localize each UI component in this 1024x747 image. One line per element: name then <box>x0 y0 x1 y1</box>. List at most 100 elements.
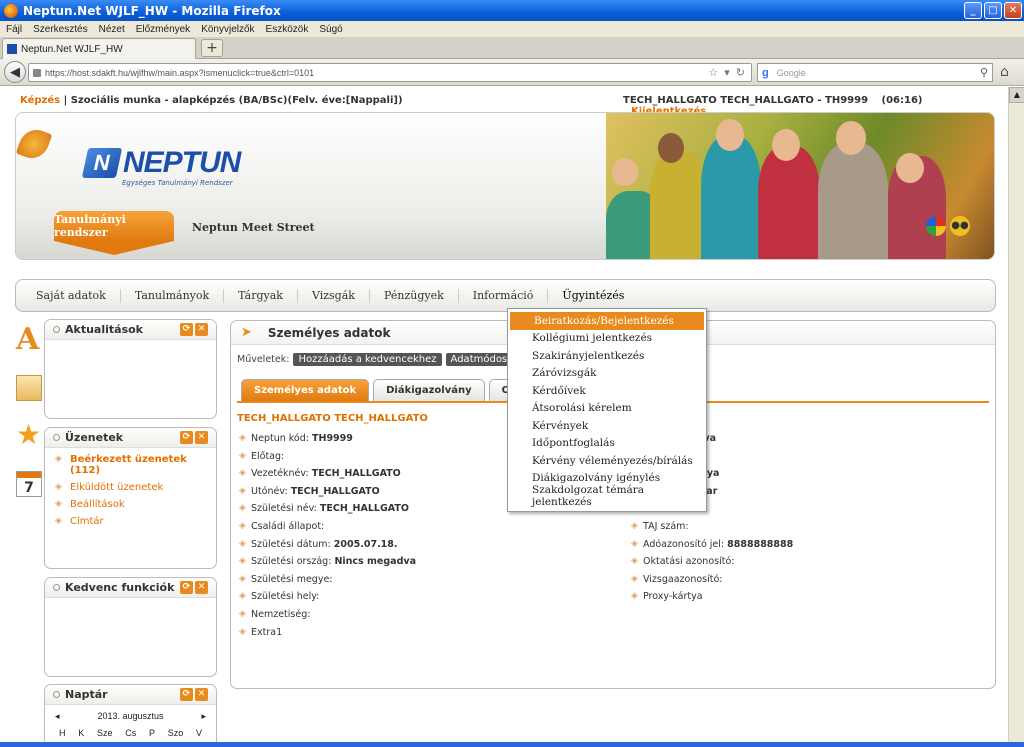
calendar-title: Naptár <box>65 688 108 701</box>
modify-data-button[interactable]: Adatmódos <box>445 353 513 366</box>
menu-history[interactable]: Előzmények <box>136 24 190 35</box>
field-label: Előtag: <box>251 450 285 462</box>
menu-exams[interactable]: Vizsgák <box>298 288 370 303</box>
envelope-icon[interactable] <box>16 375 42 401</box>
field-label: Vizsgaazonosító: <box>643 573 723 585</box>
tab-personal-data[interactable]: Személyes adatok <box>241 379 370 401</box>
field-row: Oktatási azonosító: <box>631 556 793 574</box>
browser-tab[interactable]: Neptun.Net WJLF_HW <box>2 38 196 59</box>
accessibility-icon[interactable]: ●● <box>950 216 970 236</box>
close-button[interactable]: ✕ <box>1004 2 1022 19</box>
field-label: Extra1 <box>251 626 283 638</box>
close-icon[interactable]: ✕ <box>195 581 208 594</box>
menu-help[interactable]: Súgó <box>319 24 342 35</box>
dropdown-item-transfer-request[interactable]: Átsorolási kérelem <box>508 400 706 418</box>
news-a-icon[interactable]: A <box>16 325 42 355</box>
scroll-up-icon[interactable]: ▲ <box>1009 87 1024 103</box>
dropdown-item-dormitory[interactable]: Kollégiumi jelentkezés <box>508 330 706 348</box>
weekday: Szo <box>167 728 184 738</box>
field-label: Születési hely: <box>251 591 320 603</box>
menu-studies[interactable]: Tanulmányok <box>121 288 225 303</box>
right-fields: TAJ szám: Adóazonosító jel: 8888888888 O… <box>631 521 793 609</box>
close-icon[interactable]: ✕ <box>195 688 208 701</box>
calendar-icon[interactable]: 7 <box>16 471 42 497</box>
study-system-button[interactable]: Tanulmányi rendszer <box>54 211 174 241</box>
directory-link[interactable]: Címtár <box>45 516 216 527</box>
neptun-logo: N NEPTUN Egységes Tanulmányi Rendszer <box>81 146 241 187</box>
home-icon[interactable]: ⌂ <box>1000 64 1009 80</box>
settings-link[interactable]: Beállítások <box>45 499 216 510</box>
tab-student-id[interactable]: Diákigazolvány <box>373 379 485 401</box>
left-fields: Neptun kód: TH9999 Előtag: Vezetéknév: T… <box>239 433 416 644</box>
field-row: Extra1 <box>239 627 416 645</box>
color-wheel-icon[interactable] <box>926 216 946 236</box>
dropdown-item-appointments[interactable]: Időpontfoglalás <box>508 435 706 453</box>
field-label: Születési ország: <box>251 556 332 568</box>
bookmark-star-icon[interactable]: ☆ <box>708 66 718 79</box>
menu-view[interactable]: Nézet <box>99 24 125 35</box>
refresh-icon[interactable]: ⟳ <box>180 688 193 701</box>
study-system-arrow <box>54 241 174 255</box>
field-row: Nemzetiség: <box>239 609 416 627</box>
search-icon[interactable]: ⚲ <box>980 66 988 79</box>
training-label[interactable]: Képzés <box>20 95 60 106</box>
field-row: Utónév: TECH_HALLGATO <box>239 486 416 504</box>
prev-month-button[interactable]: ◂ <box>55 711 60 722</box>
calendar-month: 2013. augusztus <box>97 711 164 721</box>
field-value: TH9999 <box>312 433 353 444</box>
field-row: Születési név: TECH_HALLGATO <box>239 503 416 521</box>
menu-subjects[interactable]: Tárgyak <box>224 288 298 303</box>
dropdown-item-specialization[interactable]: Szakirányjelentkezés <box>508 347 706 365</box>
address-bar[interactable]: https://host.sdakft.hu/wjlfhw/main.aspx?… <box>28 63 752 82</box>
operations-bar: Műveletek: Hozzáadás a kedvencekhez Adat… <box>237 353 513 366</box>
dropdown-arrow-icon[interactable]: ▾ <box>724 66 730 79</box>
refresh-icon[interactable]: ⟳ <box>180 323 193 336</box>
back-button[interactable]: ◀ <box>4 61 26 83</box>
maximize-button[interactable]: □ <box>984 2 1002 19</box>
field-label: Utónév: <box>251 485 288 497</box>
reload-icon[interactable]: ↻ <box>736 66 745 79</box>
dropdown-item-request-review[interactable]: Kérvény véleményezés/bírálás <box>508 452 706 470</box>
dropdown-item-thesis-topic[interactable]: Szakdolgozat témára jelentkezés <box>508 484 706 508</box>
meet-street-link[interactable]: Neptun Meet Street <box>192 221 315 234</box>
menu-edit[interactable]: Szerkesztés <box>33 24 87 35</box>
header-banner: N NEPTUN Egységes Tanulmányi Rendszer ●●… <box>15 112 995 260</box>
menu-file[interactable]: Fájl <box>6 24 22 35</box>
menu-bookmarks[interactable]: Könyvjelzők <box>201 24 254 35</box>
messages-title: Üzenetek <box>65 431 124 444</box>
new-tab-button[interactable]: + <box>201 39 223 57</box>
search-box[interactable]: g Google ⚲ <box>757 63 993 82</box>
field-label: Adóazonosító jel: <box>643 538 725 550</box>
next-month-button[interactable]: ▸ <box>201 711 206 722</box>
field-label: Proxy-kártya <box>643 591 703 603</box>
sent-link[interactable]: Elküldött üzenetek <box>45 482 216 493</box>
administration-dropdown: Beiratkozás/Bejelentkezés Kollégiumi jel… <box>507 308 707 512</box>
inbox-link[interactable]: Beérkezett üzenetek (112) <box>45 454 216 476</box>
menu-administration[interactable]: Ügyintézés <box>548 289 638 303</box>
close-icon[interactable]: ✕ <box>195 323 208 336</box>
close-icon[interactable]: ✕ <box>195 431 208 444</box>
field-row: Adóazonosító jel: 8888888888 <box>631 539 793 557</box>
session-time: (06:16) <box>881 95 923 106</box>
field-label: Családi állapot: <box>251 520 325 532</box>
field-row: Családi állapot: <box>239 521 416 539</box>
menu-information[interactable]: Információ <box>459 288 549 303</box>
minimize-button[interactable]: _ <box>964 2 982 19</box>
browser-menubar: Fájl Szerkesztés Nézet Előzmények Könyvj… <box>0 21 1024 37</box>
add-favorite-button[interactable]: Hozzáadás a kedvencekhez <box>293 353 442 366</box>
user-name: TECH_HALLGATO TECH_HALLGATO - TH9999 <box>623 95 869 106</box>
dropdown-item-enrollment[interactable]: Beiratkozás/Bejelentkezés <box>510 312 704 330</box>
menu-tools[interactable]: Eszközök <box>266 24 309 35</box>
dropdown-item-requests[interactable]: Kérvények <box>508 417 706 435</box>
field-label: Oktatási azonosító: <box>643 556 735 568</box>
menu-finances[interactable]: Pénzügyek <box>370 288 459 303</box>
field-label: Születési név: <box>251 503 317 515</box>
menu-personal-data[interactable]: Saját adatok <box>22 288 121 303</box>
calendar-box: Naptár ⟳ ✕ ◂ 2013. augusztus ▸ H K Sze Cs… <box>44 684 217 747</box>
vertical-scrollbar[interactable]: ▲ <box>1008 87 1024 747</box>
dropdown-item-final-exams[interactable]: Záróvizsgák <box>508 365 706 383</box>
refresh-icon[interactable]: ⟳ <box>180 431 193 444</box>
dropdown-item-questionnaires[interactable]: Kérdőívek <box>508 382 706 400</box>
refresh-icon[interactable]: ⟳ <box>180 581 193 594</box>
star-icon[interactable]: ★ <box>16 421 42 449</box>
